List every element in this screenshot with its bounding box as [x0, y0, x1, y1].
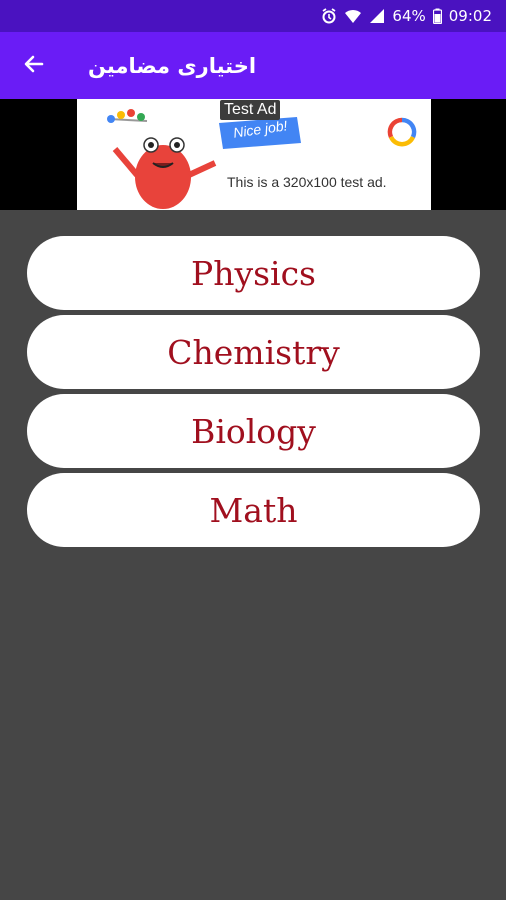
subject-button-biology[interactable]: Biology: [27, 394, 480, 468]
arrow-left-icon: [22, 52, 46, 80]
status-bar: 64% 09:02: [0, 0, 506, 32]
ads-logo-icon: [387, 117, 417, 147]
subject-list: Physics Chemistry Biology Math: [27, 236, 480, 552]
status-time: 09:02: [448, 7, 492, 25]
battery-percent: 64%: [392, 7, 426, 25]
back-button[interactable]: [14, 46, 54, 86]
ad-banner-strip: Nice job! Test Ad This is a 320x100 test…: [0, 99, 506, 210]
app-bar: اختیاری مضامین: [0, 32, 506, 99]
ad-text: This is a 320x100 test ad.: [227, 174, 387, 190]
monster-illustration: [107, 109, 217, 209]
wifi-icon: [344, 8, 362, 24]
test-ad[interactable]: Nice job! Test Ad This is a 320x100 test…: [77, 99, 431, 210]
ad-label: Test Ad: [220, 100, 281, 120]
battery-icon: [432, 8, 442, 24]
signal-icon: [369, 8, 385, 24]
page-title: اختیاری مضامین: [88, 53, 257, 78]
subject-button-math[interactable]: Math: [27, 473, 480, 547]
subject-button-chemistry[interactable]: Chemistry: [27, 315, 480, 389]
subject-button-physics[interactable]: Physics: [27, 236, 480, 310]
alarm-icon: [321, 8, 337, 24]
